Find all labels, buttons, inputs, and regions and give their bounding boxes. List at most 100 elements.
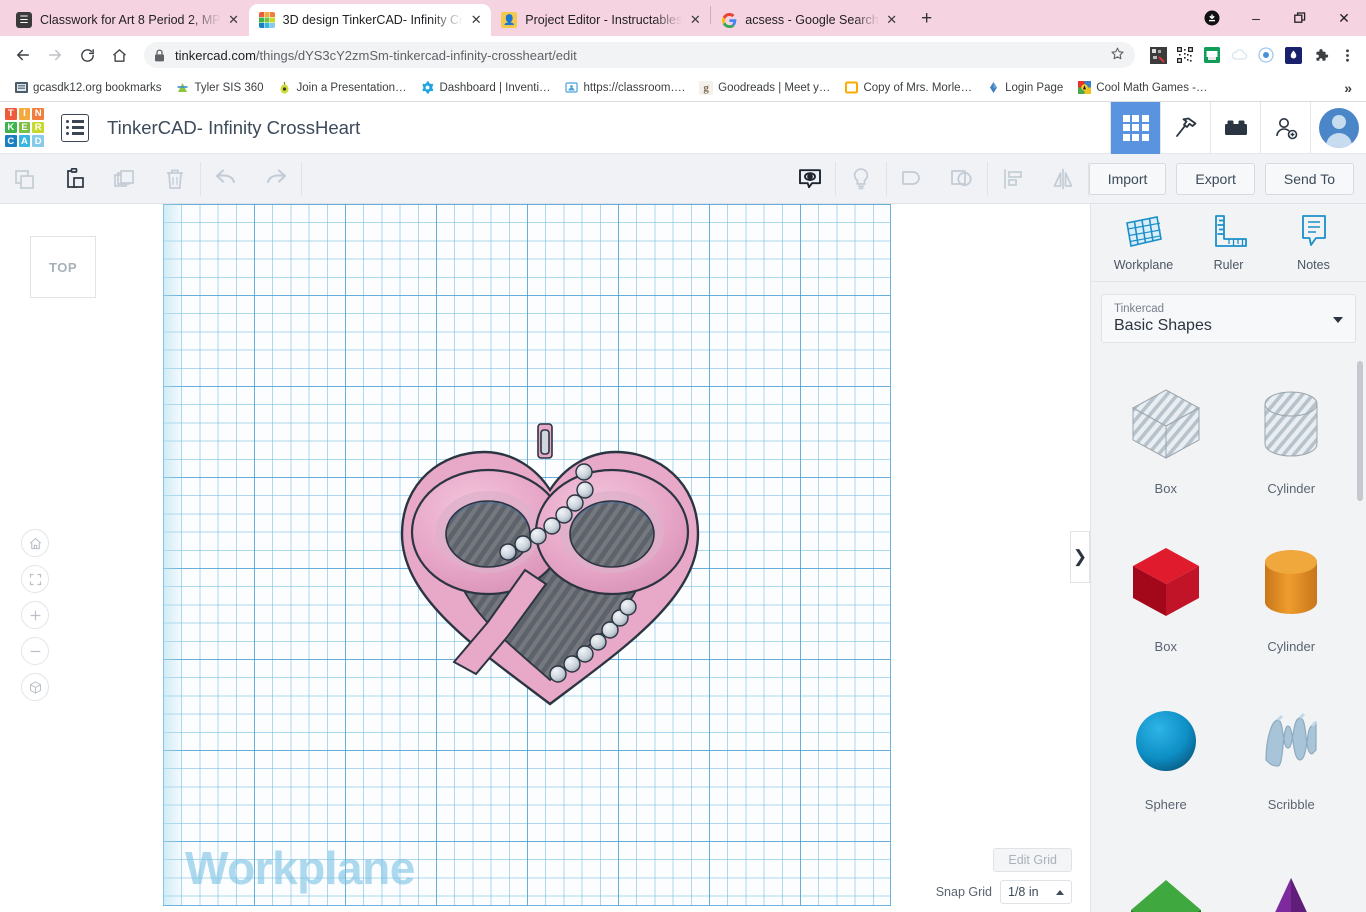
toolbar-divider: [301, 162, 302, 196]
shape-item-sphere[interactable]: Sphere: [1103, 675, 1229, 827]
back-arrow-icon[interactable]: [8, 40, 38, 70]
edit-grid-button[interactable]: Edit Grid: [993, 848, 1072, 872]
bookmarks-overflow-button[interactable]: »: [1338, 80, 1358, 96]
panel-tool-label: Workplane: [1114, 258, 1174, 272]
shape-item-cone[interactable]: [1229, 833, 1355, 912]
bookmark-item[interactable]: Tyler SIS 360: [169, 77, 269, 99]
new-tab-button[interactable]: +: [913, 5, 941, 33]
logo-tile: I: [19, 108, 31, 120]
green-reader-icon[interactable]: [1201, 44, 1223, 66]
logo-tile: C: [5, 135, 17, 147]
tinkercad-logo[interactable]: T I N K E R C A D: [2, 105, 47, 150]
close-icon[interactable]: ✕: [467, 11, 485, 29]
export-button[interactable]: Export: [1176, 163, 1254, 195]
workplane-tool[interactable]: Workplane: [1106, 213, 1182, 272]
shape-library-select[interactable]: Tinkercad Basic Shapes: [1101, 294, 1356, 343]
avatar[interactable]: [1310, 102, 1366, 154]
panel-scrollbar[interactable]: [1357, 361, 1363, 501]
tinkercad-app: T I N K E R C A D TinkerCAD- Infinity Cr…: [0, 102, 1366, 912]
send-to-button[interactable]: Send To: [1265, 163, 1354, 195]
chevron-up-icon: [1056, 890, 1064, 895]
notes-tool[interactable]: Notes: [1276, 213, 1352, 272]
download-icon[interactable]: [1190, 0, 1234, 36]
home-icon[interactable]: [104, 40, 134, 70]
shape-item-cylinder-solid[interactable]: Cylinder: [1229, 517, 1355, 669]
home-icon[interactable]: [21, 529, 49, 557]
address-bar[interactable]: tinkercad.com/things/dYS3cY2zmSm-tinkerc…: [144, 42, 1135, 68]
fit-to-view-icon[interactable]: [21, 565, 49, 593]
brick-icon[interactable]: [1210, 102, 1260, 154]
star-icon[interactable]: [1102, 46, 1125, 64]
chevron-right-icon[interactable]: ❯: [1070, 531, 1090, 583]
browser-tab[interactable]: 3D design TinkerCAD- Infinity Cr ✕: [249, 4, 492, 36]
close-icon[interactable]: ✕: [883, 11, 901, 29]
list-menu-icon[interactable]: [61, 114, 89, 142]
forward-arrow-icon[interactable]: [40, 40, 70, 70]
browser-tab[interactable]: acsess - Google Search ✕: [711, 4, 906, 36]
eye-bubble-icon[interactable]: [785, 154, 835, 204]
shape-item-cylinder-hole[interactable]: Cylinder: [1229, 359, 1355, 511]
close-icon[interactable]: ✕: [686, 11, 704, 29]
bookmark-item[interactable]: Join a Presentation…: [272, 77, 413, 99]
clipboard-icon[interactable]: [50, 154, 100, 204]
undo-arrow-icon[interactable]: [201, 154, 251, 204]
bookmark-item[interactable]: Dashboard | Inventi…: [414, 77, 556, 99]
shape-item-box-solid[interactable]: Box: [1103, 517, 1229, 669]
cloud-icon[interactable]: [1228, 44, 1250, 66]
bookmark-item[interactable]: Cool Math Games -…: [1071, 77, 1213, 99]
gear-blue-icon: [420, 81, 434, 95]
shape-item-box-hole[interactable]: Box: [1103, 359, 1229, 511]
puzzle-dark-icon[interactable]: [1147, 44, 1169, 66]
redo-arrow-icon[interactable]: [251, 154, 301, 204]
cube-ortho-icon[interactable]: [21, 673, 49, 701]
grid-9-icon[interactable]: [1110, 102, 1160, 154]
bookmark-item[interactable]: gcasdk12.org bookmarks: [8, 77, 167, 99]
close-icon[interactable]: ✕: [225, 11, 243, 29]
puzzle-icon[interactable]: [1309, 44, 1331, 66]
maximize-button[interactable]: [1278, 0, 1322, 36]
workplane-icon: [1124, 213, 1164, 251]
extension-icons: [1145, 44, 1358, 66]
tab-title: 3D design TinkerCAD- Infinity Cr: [283, 13, 464, 27]
hammer-icon[interactable]: [1160, 102, 1210, 154]
minus-icon[interactable]: [21, 637, 49, 665]
url-path: /things/dYS3cY2zmSm-tinkercad-infinity-c…: [256, 48, 577, 63]
snap-grid-select[interactable]: 1/8 in: [1000, 880, 1072, 904]
plus-icon[interactable]: [21, 601, 49, 629]
blue-dot-icon[interactable]: [1255, 44, 1277, 66]
logo-tile: E: [19, 122, 31, 134]
bookmark-item[interactable]: https://classroom….: [559, 77, 692, 99]
view-cube[interactable]: TOP: [30, 236, 96, 298]
import-button[interactable]: Import: [1089, 163, 1167, 195]
close-window-button[interactable]: ✕: [1322, 0, 1366, 36]
ungroup-shapes-icon[interactable]: [937, 154, 987, 204]
kebab-menu-icon[interactable]: [1336, 44, 1358, 66]
align-icon[interactable]: [988, 154, 1038, 204]
copy-icon[interactable]: [0, 154, 50, 204]
edit-tools-group: [0, 154, 200, 204]
mirror-icon[interactable]: [1038, 154, 1088, 204]
group-shapes-icon[interactable]: [887, 154, 937, 204]
shape-list[interactable]: Box Cylinder: [1091, 353, 1366, 912]
page-title: TinkerCAD- Infinity CrossHeart: [107, 117, 360, 139]
viewport[interactable]: Workplane: [0, 204, 1090, 912]
person-add-icon[interactable]: [1260, 102, 1310, 154]
reload-icon[interactable]: [72, 40, 102, 70]
browser-tab[interactable]: ☰ Classwork for Art 8 Period 2, MP ✕: [6, 4, 249, 36]
browser-tab[interactable]: 👤 Project Editor - Instructables ✕: [491, 4, 710, 36]
shape-item-scribble[interactable]: Scribble: [1229, 675, 1355, 827]
bookmark-item[interactable]: g Goodreads | Meet y…: [693, 77, 836, 99]
bookmark-item[interactable]: Copy of Mrs. Morle…: [838, 77, 978, 99]
header-actions: [1110, 102, 1366, 154]
qr-code-icon[interactable]: [1174, 44, 1196, 66]
ruler-tool[interactable]: Ruler: [1191, 213, 1267, 272]
shape-item-pyramid[interactable]: [1103, 833, 1229, 912]
bookmark-item[interactable]: Login Page: [980, 77, 1069, 99]
adobe-icon[interactable]: [1282, 44, 1304, 66]
infinity-crossheart-model[interactable]: [380, 422, 720, 712]
bookmark-label: Login Page: [1005, 82, 1063, 94]
minimize-button[interactable]: –: [1234, 0, 1278, 36]
duplicate-icon[interactable]: [100, 154, 150, 204]
trash-icon[interactable]: [150, 154, 200, 204]
lightbulb-icon[interactable]: [836, 154, 886, 204]
